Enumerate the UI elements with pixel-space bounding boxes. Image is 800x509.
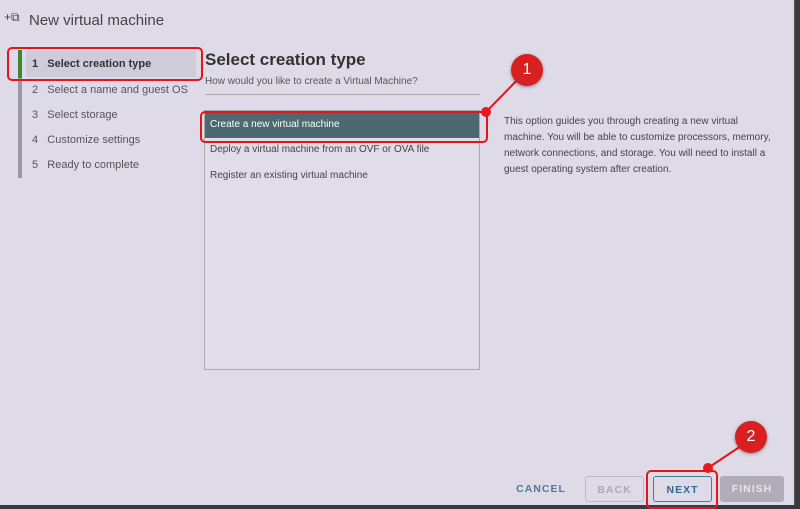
annotation-lines xyxy=(485,71,751,469)
annotation-dot xyxy=(703,463,713,473)
annotation-badge-2: 2 xyxy=(735,421,767,453)
annotation-badge-1: 1 xyxy=(511,54,543,86)
annotation-dot xyxy=(481,107,491,117)
